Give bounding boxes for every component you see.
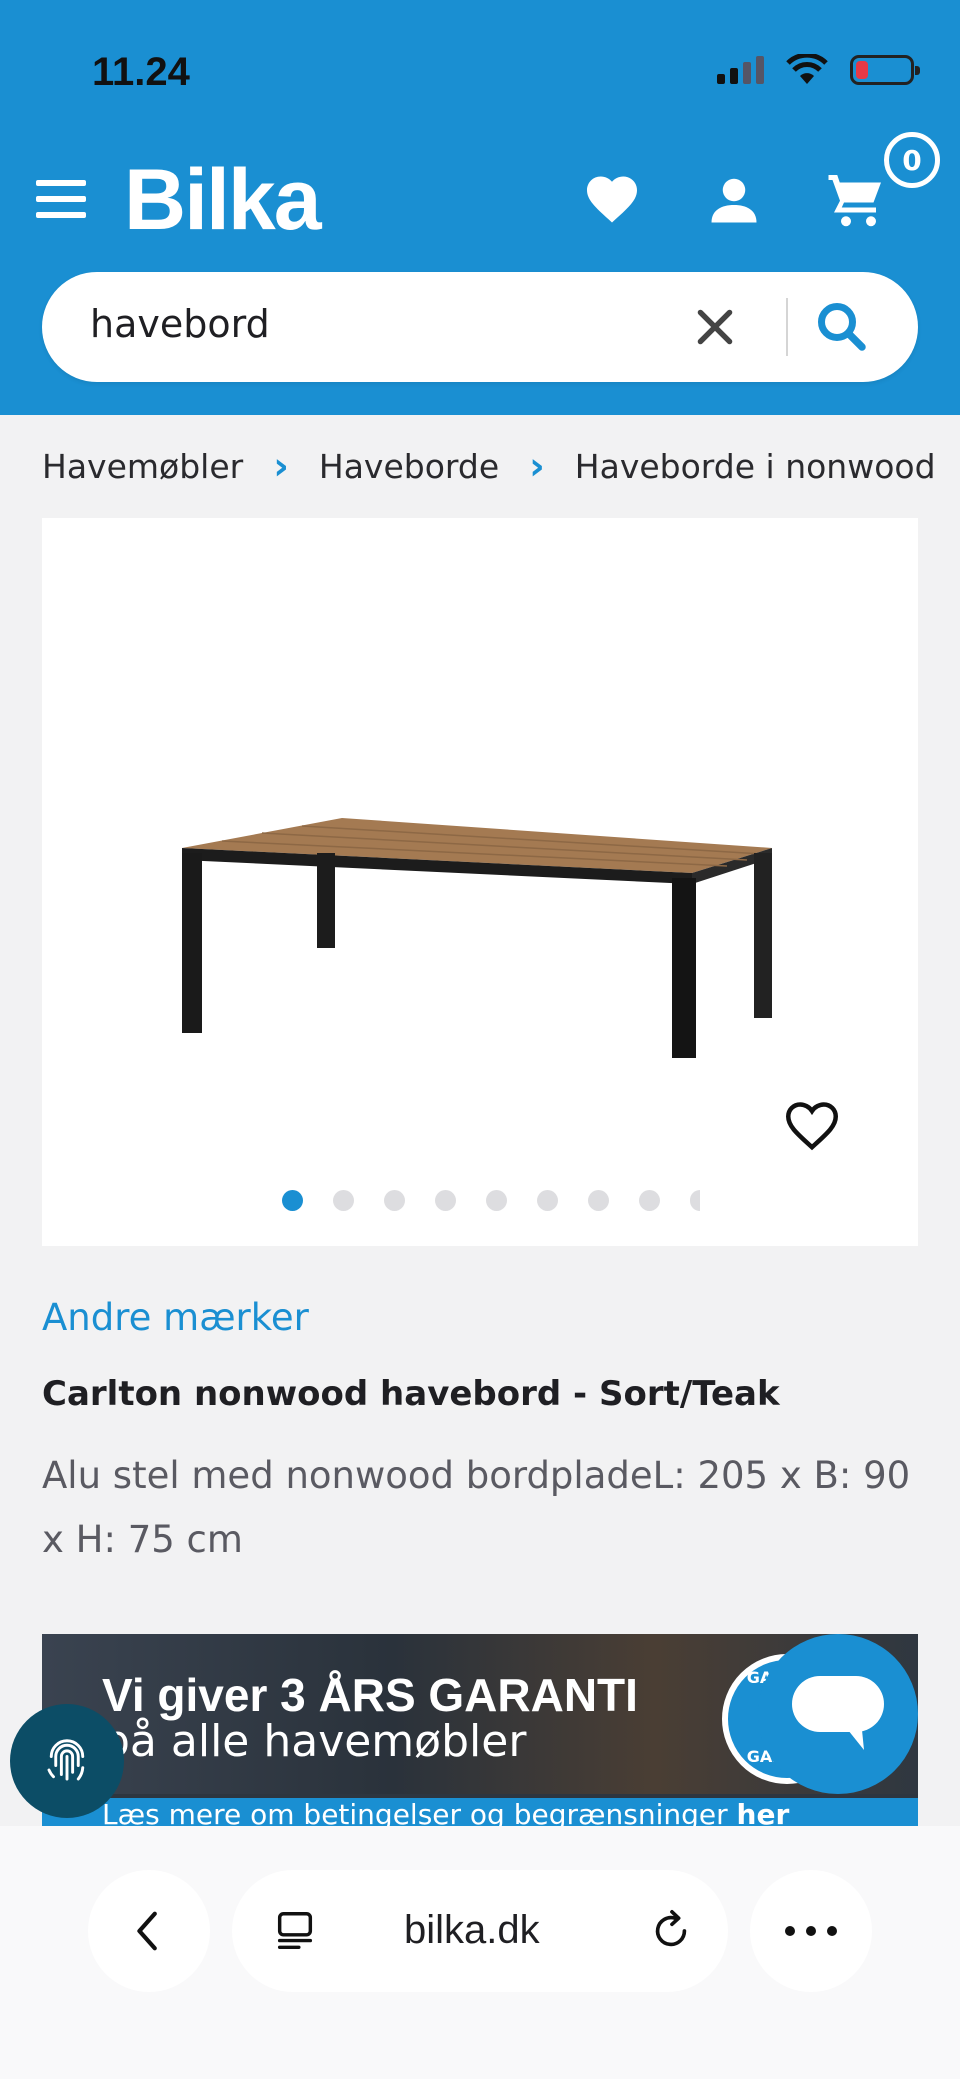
site-header: 11.24 Bilka 0 havebord xyxy=(0,0,960,415)
clear-search-icon[interactable] xyxy=(690,302,740,352)
chevron-right-icon: › xyxy=(273,444,289,488)
gallery-dot[interactable] xyxy=(384,1190,405,1211)
gallery-dot[interactable] xyxy=(639,1190,660,1211)
breadcrumb-item-haveborde-i-nonwood[interactable]: Haveborde i nonwood xyxy=(575,447,936,486)
tabs-icon[interactable] xyxy=(272,1908,318,1954)
bilka-logo[interactable]: Bilka xyxy=(124,150,322,250)
nav-row: Bilka xyxy=(0,150,960,250)
gallery-dot[interactable] xyxy=(333,1190,354,1211)
gallery-dot[interactable] xyxy=(690,1190,700,1211)
fingerprint-icon xyxy=(47,1739,85,1781)
gallery-dot[interactable] xyxy=(435,1190,456,1211)
product-brand-link[interactable]: Andre mærker xyxy=(42,1296,309,1339)
search-divider xyxy=(786,298,788,356)
gallery-pagination xyxy=(282,1190,700,1211)
back-button[interactable] xyxy=(88,1870,210,1992)
chevron-right-icon: › xyxy=(529,444,545,488)
search-icon[interactable] xyxy=(812,297,872,357)
breadcrumb-item-havemobler[interactable]: Havemøbler xyxy=(42,447,243,486)
wifi-icon xyxy=(786,54,828,84)
reload-icon[interactable] xyxy=(648,1908,694,1954)
gallery-dot[interactable] xyxy=(588,1190,609,1211)
banner-headline: Vi giver 3 ÅRS GARANTI xyxy=(102,1669,638,1721)
chat-button[interactable] xyxy=(758,1634,918,1794)
signal-icon xyxy=(717,56,764,84)
breadcrumb-item-haveborde[interactable]: Haveborde xyxy=(319,447,499,486)
product-image xyxy=(182,818,772,1058)
breadcrumb: Havemøbler › Haveborde › Haveborde i non… xyxy=(42,444,936,488)
address-bar[interactable]: bilka.dk xyxy=(232,1870,728,1992)
product-description: Alu stel med nonwood bordpladeL: 205 x B… xyxy=(42,1454,911,1561)
status-icons xyxy=(717,54,920,86)
gallery-dot[interactable] xyxy=(537,1190,558,1211)
gallery-dot[interactable] xyxy=(282,1190,303,1211)
search-bar[interactable]: havebord xyxy=(42,272,918,382)
user-icon[interactable] xyxy=(704,170,764,230)
more-dots-icon xyxy=(785,1926,837,1936)
menu-icon[interactable] xyxy=(36,180,86,218)
product-title: Carlton nonwood havebord - Sort/Teak xyxy=(42,1374,780,1414)
search-input[interactable]: havebord xyxy=(90,302,270,346)
more-options-button[interactable] xyxy=(750,1870,872,1992)
accessibility-button[interactable] xyxy=(10,1704,124,1818)
url-text[interactable]: bilka.dk xyxy=(404,1908,540,1953)
chat-bubble-icon xyxy=(792,1676,884,1750)
battery-icon xyxy=(850,55,920,85)
gallery-dot[interactable] xyxy=(486,1190,507,1211)
heart-icon[interactable] xyxy=(582,170,642,230)
cart-count-badge[interactable]: 0 xyxy=(884,132,940,188)
cart-icon[interactable] xyxy=(826,170,886,230)
chevron-left-icon xyxy=(137,1911,157,1951)
banner-subline: på alle havemøbler xyxy=(102,1716,527,1767)
favorite-heart-icon[interactable] xyxy=(782,1096,842,1156)
browser-toolbar: bilka.dk xyxy=(0,1826,960,2079)
product-gallery[interactable] xyxy=(42,518,918,1246)
status-time: 11.24 xyxy=(92,50,190,94)
